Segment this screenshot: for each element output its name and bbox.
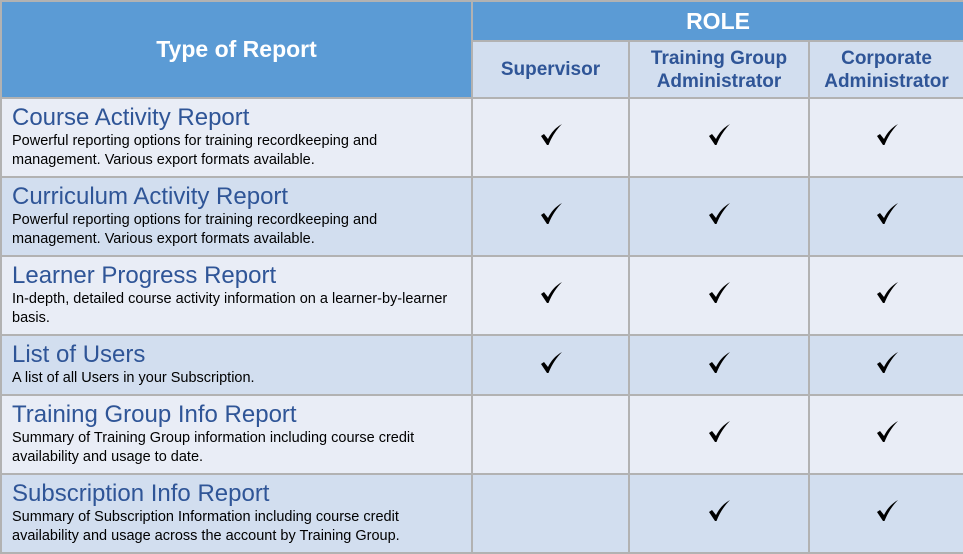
access-cell-training-group-admin [628, 176, 810, 257]
table-row: Curriculum Activity Report Powerful repor… [0, 176, 963, 257]
access-cell-training-group-admin [628, 97, 810, 178]
access-cell-supervisor [471, 255, 630, 336]
check-icon [706, 498, 732, 524]
check-icon [706, 201, 732, 227]
report-description: A list of all Users in your Subscription… [12, 370, 255, 386]
report-title: Curriculum Activity Report [12, 183, 289, 210]
report-cell: Curriculum Activity Report Powerful repor… [0, 176, 473, 257]
check-icon [874, 498, 900, 524]
table-row: Subscription Info Report Summary of Subsc… [0, 473, 963, 554]
role-training-group-admin-header: Training Group Administrator [628, 40, 810, 99]
report-title: Learner Progress Report [12, 262, 277, 289]
check-icon [874, 280, 900, 306]
check-icon [538, 122, 564, 148]
report-description: Summary of Training Group information in… [12, 430, 415, 465]
report-cell: List of Users A list of all Users in your… [0, 334, 473, 396]
access-cell-supervisor [471, 176, 630, 257]
access-cell-training-group-admin [628, 334, 810, 396]
report-cell: Subscription Info Report Summary of Subsc… [0, 473, 473, 554]
report-title: Subscription Info Report [12, 480, 270, 507]
report-cell: Course Activity Report Powerful reporting… [0, 97, 473, 178]
check-icon [706, 280, 732, 306]
access-cell-supervisor [471, 97, 630, 178]
report-description: Powerful reporting options for training … [12, 133, 378, 168]
access-cell-supervisor [471, 473, 630, 554]
access-cell-corporate-admin [807, 97, 963, 178]
report-cell: Training Group Info Report Summary of Tra… [0, 394, 473, 475]
report-title: List of Users [12, 341, 146, 368]
report-description: Powerful reporting options for training … [12, 212, 378, 247]
access-cell-corporate-admin [807, 473, 963, 554]
check-icon [706, 350, 732, 376]
access-cell-training-group-admin [628, 473, 810, 554]
report-cell: Learner Progress Report In-depth, detaile… [0, 255, 473, 336]
access-cell-corporate-admin [807, 176, 963, 257]
access-cell-corporate-admin [807, 255, 963, 336]
check-icon [706, 122, 732, 148]
check-icon [874, 122, 900, 148]
report-title: Course Activity Report [12, 104, 250, 131]
access-cell-supervisor [471, 394, 630, 475]
check-icon [706, 419, 732, 445]
report-role-table: Type of Report ROLE Supervisor Training … [0, 0, 963, 554]
table-row: List of Users A list of all Users in your… [0, 334, 963, 396]
report-description: In-depth, detailed course activity infor… [12, 291, 448, 326]
role-header: ROLE [470, 0, 963, 42]
access-cell-training-group-admin [628, 394, 810, 475]
check-icon [874, 201, 900, 227]
check-icon [874, 350, 900, 376]
access-cell-corporate-admin [807, 394, 963, 475]
check-icon [874, 419, 900, 445]
access-cell-training-group-admin [628, 255, 810, 336]
report-description: Summary of Subscription Information incl… [12, 509, 400, 544]
role-corporate-admin-header: Corporate Administrator [807, 40, 963, 99]
type-of-report-header: Type of Report [0, 0, 473, 99]
table-row: Course Activity Report Powerful reporting… [0, 97, 963, 178]
check-icon [538, 350, 564, 376]
access-cell-supervisor [471, 334, 630, 396]
table-row: Learner Progress Report In-depth, detaile… [0, 255, 963, 336]
check-icon [538, 201, 564, 227]
role-supervisor-header: Supervisor [471, 40, 630, 99]
report-title: Training Group Info Report [12, 401, 297, 428]
check-icon [538, 280, 564, 306]
access-cell-corporate-admin [807, 334, 963, 396]
table-row: Training Group Info Report Summary of Tra… [0, 394, 963, 475]
